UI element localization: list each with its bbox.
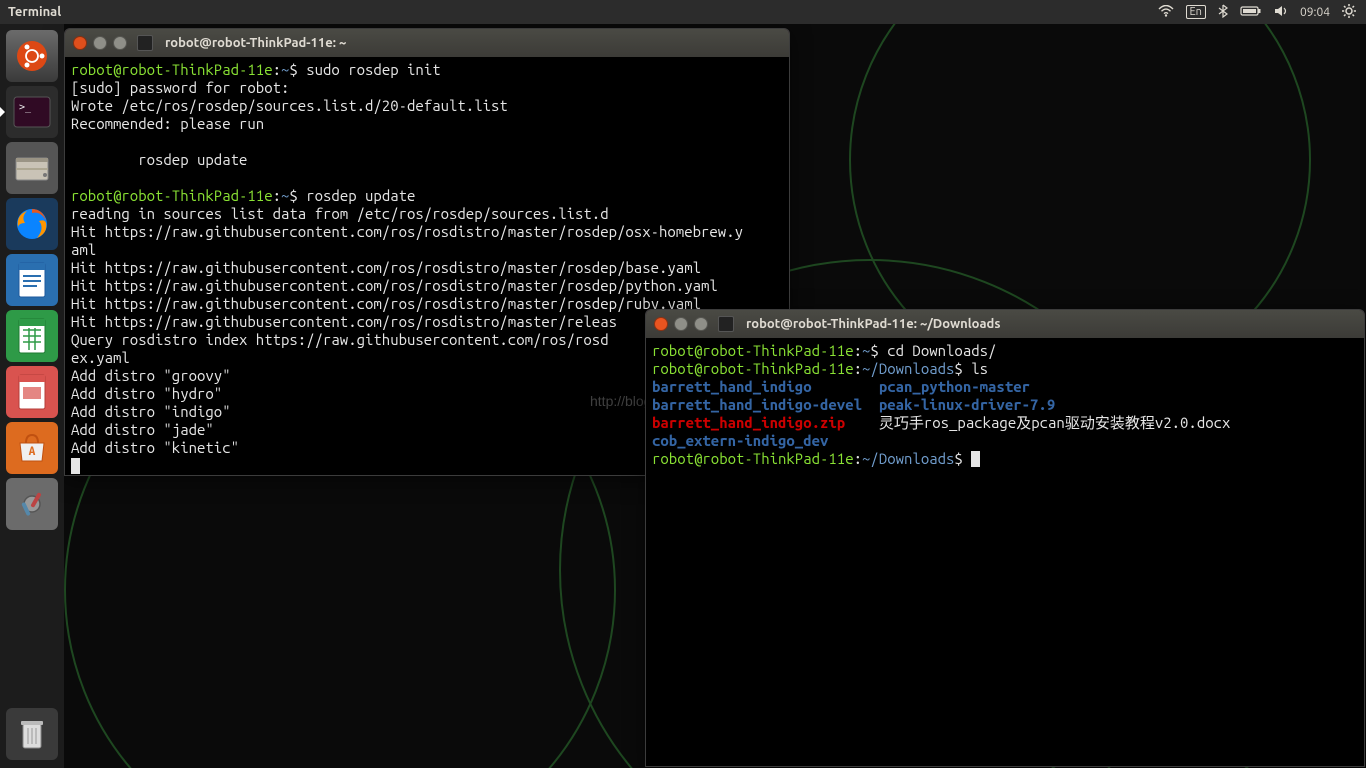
close-icon[interactable] [654, 317, 668, 331]
terminal1-titlebar[interactable]: robot@robot-ThinkPad-11e: ~ [65, 29, 789, 57]
wifi-icon[interactable] [1158, 5, 1174, 20]
minimize-icon[interactable] [93, 36, 107, 50]
close-icon[interactable] [73, 36, 87, 50]
launcher-trash[interactable] [6, 708, 58, 760]
top-menu-bar: Terminal En 09:04 [0, 0, 1366, 24]
clock[interactable]: 09:04 [1300, 6, 1330, 19]
terminal-icon [137, 35, 153, 51]
language-indicator[interactable]: En [1186, 5, 1206, 19]
launcher-files[interactable] [6, 142, 58, 194]
launcher-firefox[interactable] [6, 198, 58, 250]
gear-icon[interactable] [1342, 4, 1356, 21]
launcher-settings[interactable] [6, 478, 58, 530]
minimize-icon[interactable] [674, 317, 688, 331]
sound-icon[interactable] [1274, 5, 1288, 20]
maximize-icon[interactable] [694, 317, 708, 331]
launcher-dash[interactable] [6, 30, 58, 82]
launcher-software[interactable]: A [6, 422, 58, 474]
svg-text:A: A [29, 445, 36, 458]
terminal2-title: robot@robot-ThinkPad-11e: ~/Downloads [746, 317, 1000, 331]
terminal-icon [718, 316, 734, 332]
system-indicators[interactable]: En 09:04 [1158, 4, 1366, 21]
terminal2-body[interactable]: robot@robot-ThinkPad-11e:~$ cd Downloads… [646, 338, 1364, 767]
terminal1-title: robot@robot-ThinkPad-11e: ~ [165, 36, 346, 50]
launcher-terminal[interactable]: >_ [6, 86, 58, 138]
battery-icon[interactable] [1240, 5, 1262, 20]
bluetooth-icon[interactable] [1218, 4, 1228, 21]
terminal2-titlebar[interactable]: robot@robot-ThinkPad-11e: ~/Downloads [646, 310, 1364, 338]
launcher-writer[interactable] [6, 254, 58, 306]
launcher-calc[interactable] [6, 310, 58, 362]
launcher-impress[interactable] [6, 366, 58, 418]
terminal-window-2[interactable]: robot@robot-ThinkPad-11e: ~/Downloads ro… [645, 309, 1365, 767]
active-app-title: Terminal [8, 5, 61, 19]
maximize-icon[interactable] [113, 36, 127, 50]
svg-text:>_: >_ [19, 102, 32, 113]
unity-launcher: >_ A [0, 24, 64, 768]
